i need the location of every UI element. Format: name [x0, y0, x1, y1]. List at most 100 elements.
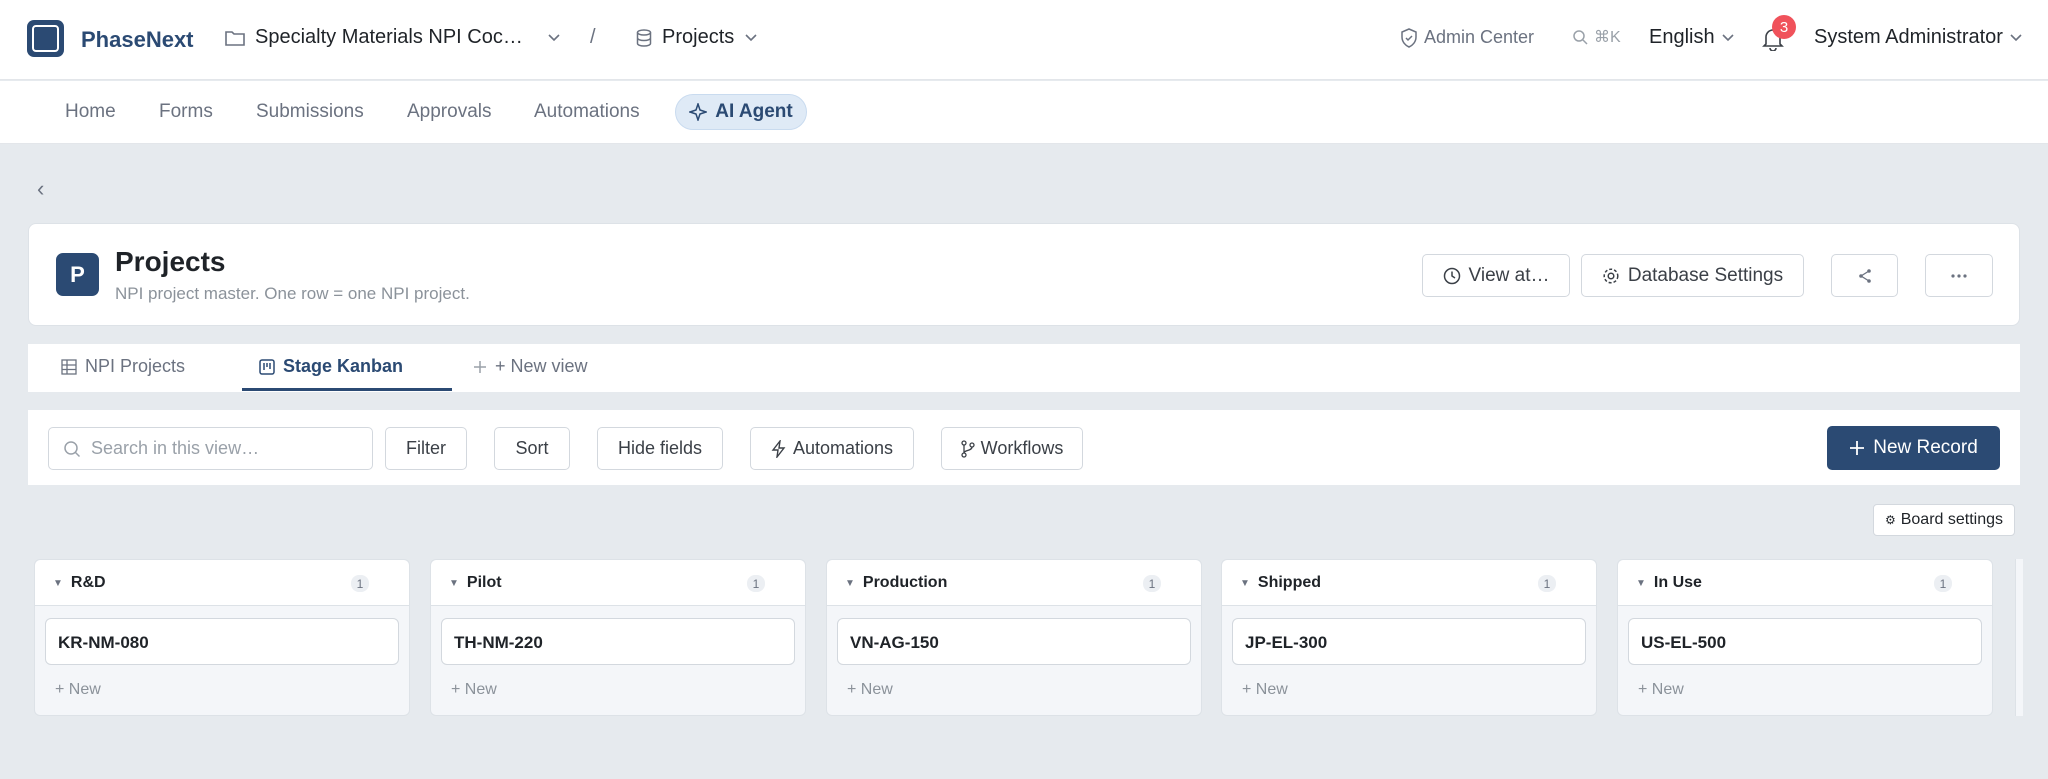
add-card-button[interactable]: + New [1638, 681, 1684, 699]
column-count: 1 [1934, 575, 1952, 592]
tab-label: NPI Projects [85, 356, 186, 376]
collapse-caret-icon[interactable]: ▼ [53, 578, 63, 589]
clock-icon [1443, 267, 1460, 284]
kanban-card[interactable]: US-EL-500 [1628, 618, 1982, 665]
kanban-card[interactable]: VN-AG-150 [837, 618, 1191, 665]
collapse-caret-icon[interactable]: ▼ [1240, 578, 1250, 589]
column-title: Pilot [466, 574, 502, 591]
language-select[interactable]: English [1649, 26, 1735, 49]
board-settings-button[interactable]: ⚙ Board settings [1873, 504, 2015, 536]
view-search-input[interactable]: Search in this view… [48, 427, 373, 470]
workspace-name: Specialty Materials NPI Coc… [255, 26, 523, 48]
back-chevron-icon[interactable]: ‹ [37, 176, 44, 202]
kanban-column-rnd: ▼ R&D 1 KR-NM-080 + New [34, 559, 410, 716]
view-at-label: View at… [1468, 264, 1550, 286]
brand-name[interactable]: PhaseNext [81, 27, 194, 53]
user-menu[interactable]: System Administrator [1814, 26, 2023, 49]
nav-home[interactable]: Home [65, 101, 116, 123]
new-record-button[interactable]: New Record [1827, 426, 2000, 470]
column-header[interactable]: ▼ In Use 1 [1618, 560, 1992, 606]
lightning-icon [771, 439, 786, 458]
admin-center-link[interactable]: Admin Center [1400, 27, 1534, 48]
gear-icon [1603, 267, 1619, 284]
collapse-caret-icon[interactable]: ▼ [449, 578, 459, 589]
nav-ai-agent[interactable]: AI Agent [675, 94, 807, 130]
column-count: 1 [1143, 575, 1161, 592]
database-header-card: P Projects NPI project master. One row =… [28, 223, 2020, 326]
nav-approvals[interactable]: Approvals [407, 101, 492, 123]
search-placeholder: Search in this view… [91, 438, 260, 458]
admin-center-label: Admin Center [1424, 27, 1535, 47]
sort-button[interactable]: Sort [494, 427, 570, 470]
new-view-button[interactable]: + New view [473, 356, 588, 377]
kanban-column-pilot: ▼ Pilot 1 TH-NM-220 + New [430, 559, 806, 716]
kanban-column-next-partial [2015, 559, 2023, 716]
logo-icon[interactable] [27, 20, 64, 57]
column-title: Production [862, 574, 948, 591]
nav-forms[interactable]: Forms [159, 101, 213, 123]
nav-submissions[interactable]: Submissions [256, 101, 364, 123]
more-horizontal-icon [1951, 273, 1967, 278]
global-search-button[interactable]: ⌘K [1572, 27, 1621, 47]
filter-button[interactable]: Filter [385, 427, 467, 470]
search-icon [64, 440, 81, 457]
search-icon [1573, 30, 1588, 45]
column-count: 1 [351, 575, 369, 592]
database-icon [636, 28, 652, 47]
nav-automations[interactable]: Automations [534, 101, 640, 123]
add-card-button[interactable]: + New [1242, 681, 1288, 699]
board-settings-label: Board settings [1900, 511, 2004, 528]
add-card-button[interactable]: + New [55, 681, 101, 699]
new-label: New [68, 681, 101, 698]
share-button[interactable] [1831, 254, 1898, 297]
workflows-label: Workflows [980, 438, 1064, 458]
column-count: 1 [1538, 575, 1556, 592]
column-count: 1 [747, 575, 765, 592]
kanban-card[interactable]: TH-NM-220 [441, 618, 795, 665]
folder-icon [225, 30, 245, 46]
automations-label: Automations [792, 438, 894, 458]
column-header[interactable]: ▼ R&D 1 [35, 560, 409, 606]
add-card-button[interactable]: + New [847, 681, 893, 699]
tab-npi-projects[interactable]: NPI Projects [61, 356, 185, 377]
column-title: In Use [1653, 574, 1702, 591]
sparkle-icon [689, 103, 708, 121]
language-label: English [1649, 26, 1715, 48]
new-label: New [860, 681, 893, 698]
new-label: New [1651, 681, 1684, 698]
kanban-card[interactable]: KR-NM-080 [45, 618, 399, 665]
database-name: Projects [662, 26, 735, 48]
chevron-down-icon [548, 33, 560, 41]
new-record-label: New Record [1873, 437, 1978, 458]
column-header[interactable]: ▼ Production 1 [827, 560, 1201, 606]
kanban-column-shipped: ▼ Shipped 1 JP-EL-300 + New [1221, 559, 1597, 716]
collapse-caret-icon[interactable]: ▼ [1636, 578, 1646, 589]
automations-button[interactable]: Automations [750, 427, 914, 470]
workspace-switcher[interactable]: Specialty Materials NPI Coc… [225, 26, 561, 49]
active-tab-indicator [242, 388, 452, 391]
hide-fields-button[interactable]: Hide fields [597, 427, 723, 470]
collapse-caret-icon[interactable]: ▼ [845, 578, 855, 589]
view-at-button[interactable]: View at… [1422, 254, 1570, 297]
chevron-down-icon [2010, 33, 2022, 41]
kanban-icon [259, 358, 275, 375]
tab-stage-kanban[interactable]: Stage Kanban [259, 356, 403, 377]
kanban-column-production: ▼ Production 1 VN-AG-150 + New [826, 559, 1202, 716]
view-tabs: NPI Projects Stage Kanban + New view [28, 344, 2020, 392]
top-bar: PhaseNext Specialty Materials NPI Coc… /… [0, 0, 2048, 80]
page-description: NPI project master. One row = one NPI pr… [115, 284, 470, 303]
database-settings-button[interactable]: Database Settings [1581, 254, 1804, 297]
notification-count-badge: 3 [1772, 15, 1796, 39]
plus-icon [474, 360, 486, 373]
more-options-button[interactable] [1925, 254, 1993, 297]
column-header[interactable]: ▼ Pilot 1 [431, 560, 805, 606]
column-header[interactable]: ▼ Shipped 1 [1222, 560, 1596, 606]
page-title: Projects [115, 246, 226, 277]
add-card-button[interactable]: + New [451, 681, 497, 699]
database-settings-label: Database Settings [1627, 264, 1784, 286]
database-switcher[interactable]: Projects [636, 26, 758, 49]
ai-agent-label: AI Agent [715, 101, 793, 122]
workflows-button[interactable]: Workflows [941, 427, 1083, 470]
kanban-card[interactable]: JP-EL-300 [1232, 618, 1586, 665]
kanban-column-in-use: ▼ In Use 1 US-EL-500 + New [1617, 559, 1993, 716]
